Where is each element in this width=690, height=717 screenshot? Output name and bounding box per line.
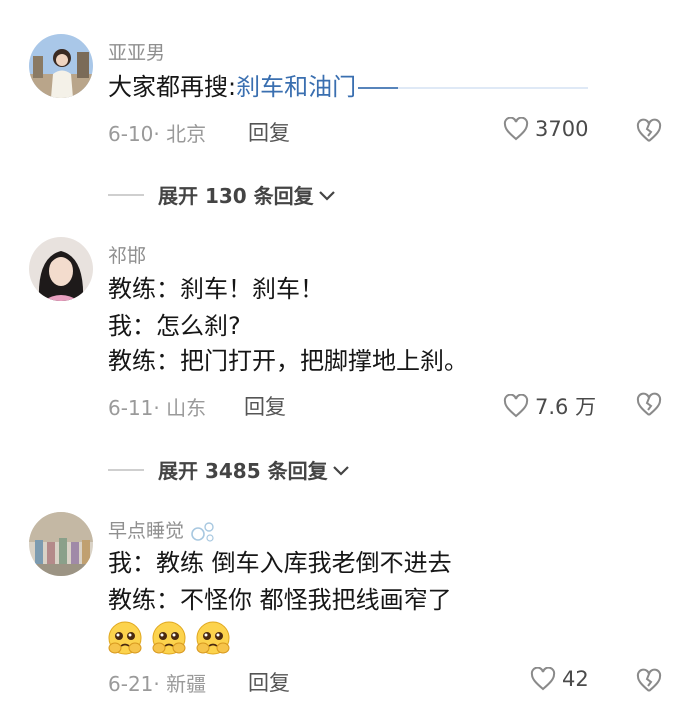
pleading-face-emoji <box>108 621 142 655</box>
comment-text-line: 教练：不怪你 都怪我把线画窄了 <box>108 586 452 614</box>
broken-heart-icon[interactable] <box>636 668 662 694</box>
username[interactable]: 早点睡觉 <box>108 516 216 543</box>
comment-3: 早点睡觉 我：教练 倒车入库我老倒不进去 教练：不怪你 都怪我把线画窄了 6-2… <box>0 0 690 717</box>
username-text: 早点睡觉 <box>108 520 185 542</box>
comment-text-line: 我：教练 倒车入库我老倒不进去 <box>108 549 452 577</box>
like-count: 42 <box>562 667 589 691</box>
emoji-row <box>106 620 232 656</box>
pleading-face-emoji <box>152 621 186 655</box>
reply-button[interactable]: 回复 <box>248 667 290 697</box>
bubbles-icon <box>191 521 214 542</box>
heart-icon <box>530 667 556 691</box>
like-button[interactable]: 42 <box>530 667 589 691</box>
avatar[interactable] <box>29 512 93 576</box>
pleading-face-emoji <box>196 621 230 655</box>
date-location: 6-21· 新疆 <box>108 672 207 696</box>
